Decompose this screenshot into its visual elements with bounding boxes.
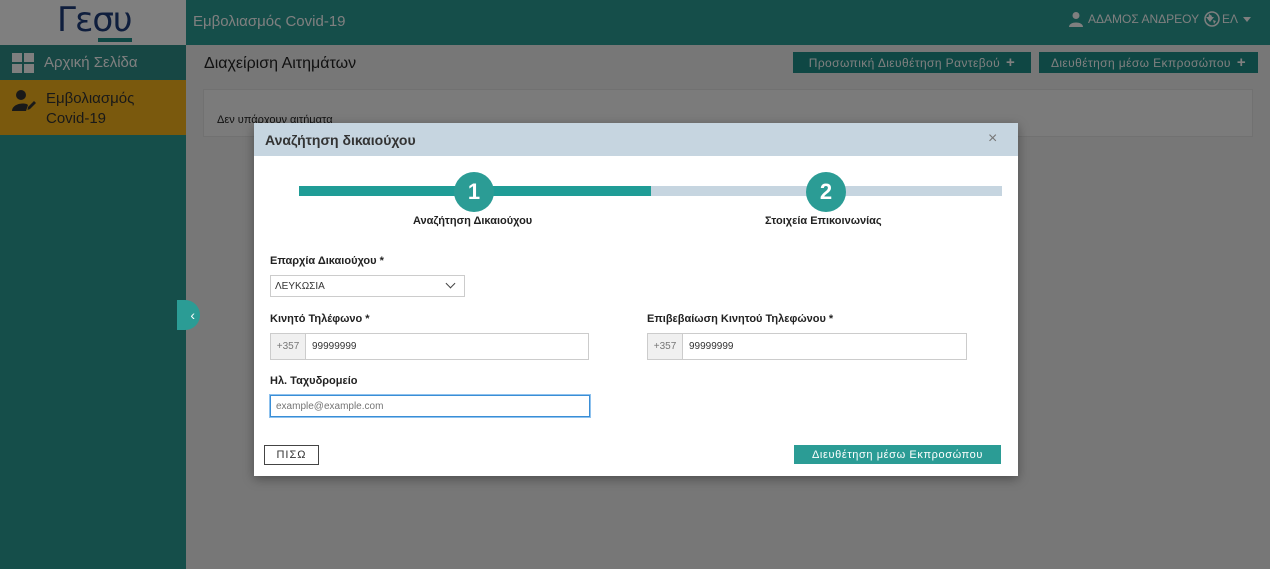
back-button[interactable]: ΠΙΣΩ	[264, 445, 319, 465]
district-select[interactable]: ΛΕΥΚΩΣΙΑ	[270, 275, 465, 297]
mobile-confirm-label: Επιβεβαίωση Κινητού Τηλεφώνου *	[647, 313, 834, 325]
representative-submit-button[interactable]: Διευθέτηση μέσω Εκπροσώπου	[794, 445, 1001, 464]
step-number: 2	[819, 179, 833, 204]
step-1-label: Αναζήτηση Δικαιούχου	[413, 215, 533, 227]
mobile-label: Κινητό Τηλέφωνο *	[270, 313, 370, 325]
modal-title: Αναζήτηση δικαιούχου	[265, 132, 416, 148]
country-code-prefix: +357	[648, 334, 683, 359]
mobile-field: +357	[270, 333, 589, 360]
district-value: ΛΕΥΚΩΣΙΑ	[275, 281, 325, 292]
district-label: Επαρχία Δικαιούχου *	[270, 255, 384, 267]
email-label: Ηλ. Ταχυδρομείο	[270, 375, 358, 387]
button-label: Διευθέτηση μέσω Εκπροσώπου	[811, 448, 984, 461]
email-input[interactable]	[270, 395, 590, 417]
modal-header: Αναζήτηση δικαιούχου ×	[254, 123, 1018, 156]
step-1-indicator: 1	[454, 172, 494, 212]
mobile-confirm-field: +357	[647, 333, 967, 360]
mobile-confirm-input[interactable]	[683, 334, 966, 359]
close-icon[interactable]: ×	[988, 130, 997, 148]
mobile-input[interactable]	[306, 334, 588, 359]
step-2-indicator: 2	[806, 172, 846, 212]
step-2-label: Στοιχεία Επικοινωνίας	[765, 215, 882, 227]
step-number: 1	[467, 179, 481, 204]
chevron-left-icon: ‹	[190, 307, 195, 323]
country-code-prefix: +357	[271, 334, 306, 359]
search-beneficiary-modal: Αναζήτηση δικαιούχου × 1 2 Αναζήτηση Δικ…	[254, 123, 1018, 476]
chevron-down-icon	[445, 278, 456, 289]
button-label: ΠΙΣΩ	[276, 449, 307, 461]
